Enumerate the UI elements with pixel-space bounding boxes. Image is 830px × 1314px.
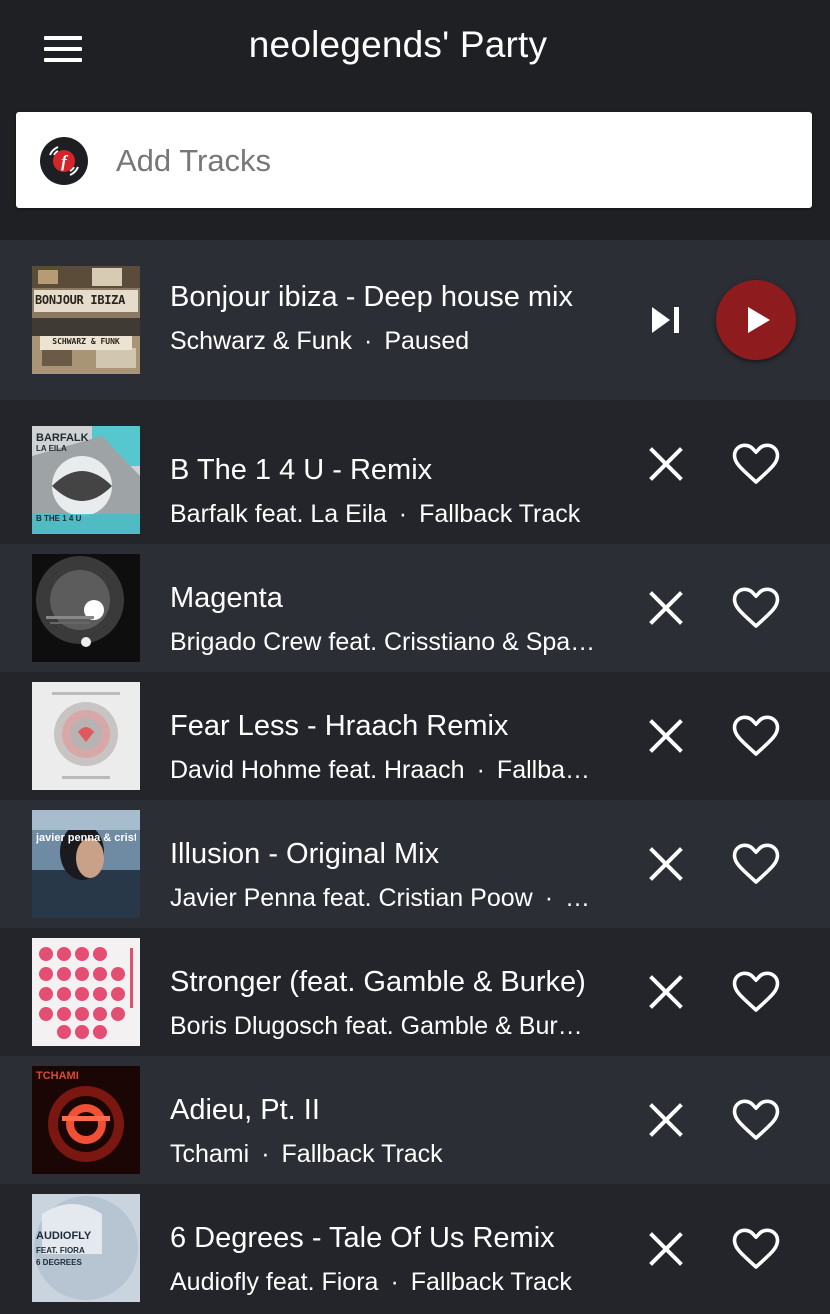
track-subtitle: Tchami · Fallback Track — [170, 1140, 615, 1169]
separator-dot: · — [476, 756, 485, 784]
cover-text: SCHWARZ & FUNK — [52, 337, 120, 346]
separator-dot: · — [398, 500, 408, 528]
now-playing-row: BONJOUR IBIZA SCHWARZ & FUNK Bonjour ibi… — [0, 240, 830, 400]
close-icon[interactable] — [648, 446, 684, 482]
playback-status: Paused — [384, 327, 470, 355]
play-button[interactable] — [716, 280, 796, 360]
close-icon[interactable] — [648, 846, 684, 882]
track-artist: Boris Dlugosch feat. Gamble & Bur… — [170, 1012, 583, 1040]
heart-outline-icon[interactable] — [732, 842, 780, 886]
track-title: Adieu, Pt. II — [170, 1094, 320, 1126]
heart-outline-icon[interactable] — [732, 1227, 780, 1271]
cover-text: FEAT. FIORA — [36, 1246, 85, 1255]
track-subtitle: David Hohme feat. Hraach · Fallba… — [170, 756, 615, 785]
cover-text: BONJOUR IBIZA — [35, 293, 126, 307]
separator-dot: · — [544, 884, 554, 912]
track-status: Fallback Track — [419, 500, 581, 528]
album-cover: AUDIOFLY FEAT. FIORA 6 DEGREES — [32, 1194, 140, 1302]
track-artist: Brigado Crew feat. Crisstiano & Spa… — [170, 628, 596, 656]
album-cover — [32, 938, 140, 1046]
track-row: AUDIOFLY FEAT. FIORA 6 DEGREES 6 Degrees - … — [0, 1184, 830, 1314]
cover-text: BARFALK — [36, 432, 89, 444]
track-artist: Javier Penna feat. Cristian Poow — [170, 884, 533, 912]
cover-text: TCHAMI — [36, 1070, 79, 1082]
cover-text: javier penna & cristian poow — [36, 832, 136, 844]
heart-outline-icon[interactable] — [732, 586, 780, 630]
close-icon[interactable] — [648, 1231, 684, 1267]
track-row: Fear Less - Hraach Remix David Hohme feat… — [0, 672, 830, 800]
track-title: 6 Degrees - Tale Of Us Remix — [170, 1222, 555, 1254]
track-title: Illusion - Original Mix — [170, 838, 440, 870]
track-status: Fallback Track — [281, 1140, 443, 1168]
track-subtitle: Boris Dlugosch feat. Gamble & Bur… — [170, 1012, 615, 1041]
skip-next-icon[interactable] — [648, 304, 684, 336]
track-title: Fear Less - Hraach Remix — [170, 710, 509, 742]
track-subtitle: Audiofly feat. Fiora · Fallback Track — [170, 1268, 615, 1297]
album-cover: BARFALK LA EILA B THE 1 4 U — [32, 426, 140, 534]
track-title: Bonjour ibiza - Deep house mix — [170, 281, 573, 313]
search-box[interactable]: f — [16, 112, 812, 208]
heart-outline-icon[interactable] — [732, 970, 780, 1014]
cover-text: 6 DEGREES — [36, 1258, 82, 1267]
track-artist: David Hohme feat. Hraach — [170, 756, 465, 784]
separator-dot: · — [261, 1140, 270, 1168]
cover-text: B THE 1 4 U — [36, 514, 82, 523]
page-title: neolegends' Party — [248, 24, 548, 65]
track-row: BARFALK LA EILA B THE 1 4 U B The 1 4 U - R… — [0, 400, 830, 544]
separator-dot: · — [390, 1268, 399, 1296]
album-cover — [32, 682, 140, 790]
play-icon — [748, 307, 770, 333]
track-subtitle: Javier Penna feat. Cristian Poow · … — [170, 884, 615, 913]
close-icon[interactable] — [648, 974, 684, 1010]
search-area: f — [0, 96, 830, 240]
track-title: Stronger (feat. Gamble & Burke) — [170, 966, 586, 998]
track-row: javier penna & cristian poow Illusion - O… — [0, 800, 830, 928]
album-cover — [32, 554, 140, 662]
track-artist: Schwarz & Funk — [170, 327, 353, 355]
track-subtitle: Brigado Crew feat. Crisstiano & Spa… — [170, 628, 615, 657]
track-status: Fallba… — [496, 756, 591, 784]
app-bar: neolegends' Party — [0, 0, 830, 96]
track-title: Magenta — [170, 582, 283, 614]
close-icon[interactable] — [648, 718, 684, 754]
track-row: TCHAMI Adieu, Pt. II Tchami · Fallback Track — [0, 1056, 830, 1184]
festify-logo-icon: f — [40, 137, 88, 185]
track-artist: Barfalk feat. La Eila — [170, 500, 387, 528]
track-artist: Audiofly feat. Fiora — [170, 1268, 379, 1296]
track-artist: Tchami — [170, 1140, 250, 1168]
track-subtitle: Schwarz & Funk · Paused — [170, 327, 470, 355]
album-cover: BONJOUR IBIZA SCHWARZ & FUNK — [32, 266, 140, 374]
search-input[interactable] — [114, 136, 778, 186]
track-status: Fallback Track — [410, 1268, 572, 1296]
track-subtitle: Barfalk feat. La Eila · Fallback Track — [170, 500, 615, 529]
close-icon[interactable] — [648, 590, 684, 626]
track-row: Stronger (feat. Gamble & Burke) Boris Dlu… — [0, 928, 830, 1056]
heart-outline-icon[interactable] — [732, 442, 780, 486]
heart-outline-icon[interactable] — [732, 714, 780, 758]
track-row: Magenta Brigado Crew feat. Crisstiano & S… — [0, 544, 830, 672]
track-status: … — [565, 884, 591, 912]
cover-text: AUDIOFLY — [36, 1230, 92, 1242]
heart-outline-icon[interactable] — [732, 1098, 780, 1142]
close-icon[interactable] — [648, 1102, 684, 1138]
album-cover: javier penna & cristian poow — [32, 810, 140, 918]
album-cover: TCHAMI — [32, 1066, 140, 1174]
cover-text: LA EILA — [36, 444, 67, 453]
track-title: B The 1 4 U - Remix — [170, 454, 433, 486]
